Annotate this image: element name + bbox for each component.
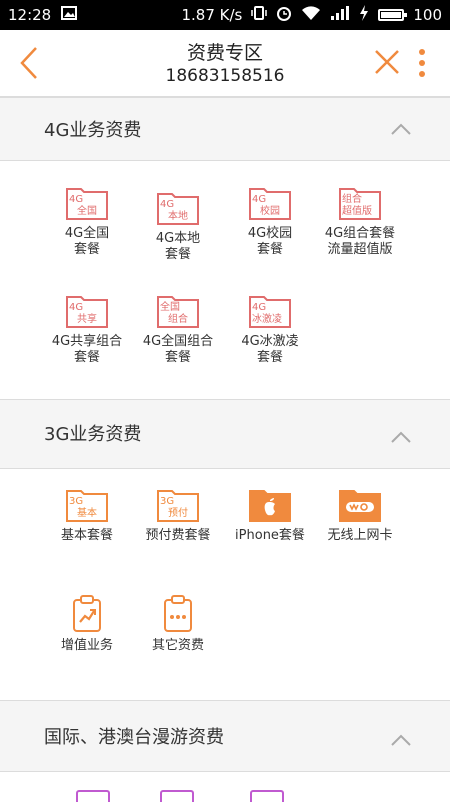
tariff-item-label: 4G组合套餐 流量超值版 (324, 226, 396, 257)
tariff-item-4g-national[interactable]: 4G 全国 4G全国 套餐 (37, 185, 137, 258)
app-header: 资费专区 18683158516 (0, 30, 450, 97)
more-vertical-icon (419, 49, 425, 77)
tariff-item-label: 4G本地 套餐 (155, 231, 201, 262)
apple-icon (249, 490, 291, 522)
tariff-item-3g-basic[interactable]: 3G 基本 基本套餐 (37, 487, 137, 544)
folder-4g-local-icon: 4G 本地 (157, 193, 199, 225)
close-icon (375, 50, 399, 74)
wo-icon (339, 490, 381, 522)
tariff-item-label: iPhone套餐 (235, 528, 305, 543)
folder-4g-campus-icon: 4G 校园 (249, 188, 291, 220)
tariff-item-label: 基本套餐 (60, 528, 113, 543)
status-bar: 12:28 1.87 K/s 100 (0, 0, 450, 30)
tariff-item-4g-icecream[interactable]: 4G 冰激凌 4G冰激凌 套餐 (220, 293, 320, 366)
tariff-item-iphone[interactable]: iPhone套餐 (220, 487, 320, 544)
svg-text:3G: 3G (69, 496, 83, 507)
status-time: 12:28 (8, 6, 52, 24)
svg-text:共享: 共享 (77, 312, 97, 325)
folder-combo-value-icon: 组合 超值版 (339, 188, 381, 220)
svg-text:校园: 校园 (260, 204, 280, 217)
section-header-4g[interactable]: 4G业务资费 (0, 97, 450, 161)
tariff-item-label: 无线上网卡 (327, 528, 393, 543)
tariff-item-other[interactable]: 其它资费 (128, 595, 228, 654)
close-button[interactable] (372, 47, 402, 77)
tariff-item-4g-shared[interactable]: 4G 共享 4G共享组合 套餐 (37, 293, 137, 366)
roaming-item-icon[interactable] (76, 790, 110, 802)
folder-4g-shared-icon: 4G 共享 (66, 296, 108, 328)
svg-text:4G: 4G (69, 194, 83, 205)
tariff-item-wireless-card[interactable]: 无线上网卡 (310, 487, 410, 544)
vibrate-icon (251, 5, 268, 25)
section-header-3g[interactable]: 3G业务资费 (0, 399, 450, 469)
svg-text:组合: 组合 (168, 312, 188, 325)
svg-text:基本: 基本 (77, 506, 97, 519)
network-speed: 1.87 K/s (181, 6, 243, 24)
image-notification-icon (61, 6, 78, 24)
signal-icon (330, 5, 350, 25)
svg-text:组合: 组合 (342, 192, 362, 205)
svg-text:全国: 全国 (160, 300, 180, 313)
tariff-item-4g-campus[interactable]: 4G 校园 4G校园 套餐 (220, 185, 320, 258)
tariff-item-label: 4G全国组合 套餐 (142, 334, 214, 365)
svg-text:超值版: 超值版 (342, 204, 372, 217)
tariff-item-label: 4G全国 套餐 (64, 226, 110, 257)
tariff-item-value-added[interactable]: 增值业务 (37, 595, 137, 654)
chart-clipboard-icon (73, 595, 101, 632)
tariff-item-label: 4G校园 套餐 (247, 226, 293, 257)
svg-text:4G: 4G (252, 302, 266, 313)
roaming-item-icon[interactable] (160, 790, 194, 802)
folder-4g-national-icon: 4G 全国 (66, 188, 108, 220)
svg-text:4G: 4G (160, 199, 174, 210)
tariff-item-label: 其它资费 (151, 638, 204, 653)
section-title: 国际、港澳台漫游资费 (44, 727, 224, 748)
roaming-item-icon[interactable] (250, 790, 284, 802)
svg-text:4G: 4G (69, 302, 83, 313)
svg-text:3G: 3G (160, 496, 174, 507)
wifi-icon (301, 5, 321, 25)
chevron-up-icon (391, 734, 411, 746)
chevron-up-icon (391, 123, 411, 135)
tariff-item-label: 4G冰激凌 套餐 (241, 334, 299, 365)
tariff-item-4g-local[interactable]: 4G 本地 4G本地 套餐 (128, 190, 228, 263)
section-header-roaming[interactable]: 国际、港澳台漫游资费 (0, 700, 450, 772)
svg-text:本地: 本地 (168, 209, 188, 222)
tariff-item-4g-national-combo[interactable]: 全国 组合 4G全国组合 套餐 (128, 293, 228, 366)
tariff-item-3g-prepaid[interactable]: 3G 预付 预付费套餐 (128, 487, 228, 544)
section-title: 3G业务资费 (44, 424, 142, 445)
battery-level: 100 (413, 6, 442, 24)
tariff-item-label: 增值业务 (60, 638, 113, 653)
tariff-item-label: 4G共享组合 套餐 (51, 334, 123, 365)
svg-text:冰激凌: 冰激凌 (252, 312, 282, 325)
svg-text:4G: 4G (252, 194, 266, 205)
tariff-item-label: 预付费套餐 (145, 528, 211, 543)
dots-clipboard-icon (164, 595, 192, 632)
svg-text:全国: 全国 (77, 204, 97, 217)
more-menu-button[interactable] (412, 44, 432, 82)
folder-3g-basic-icon: 3G 基本 (66, 490, 108, 522)
alarm-icon (276, 5, 292, 25)
folder-3g-prepaid-icon: 3G 预付 (157, 490, 199, 522)
svg-text:预付: 预付 (168, 506, 188, 519)
folder-4g-icecream-icon: 4G 冰激凌 (249, 296, 291, 328)
charging-icon (359, 5, 369, 25)
section-title: 4G业务资费 (44, 120, 142, 141)
chevron-up-icon (391, 431, 411, 443)
tariff-item-4g-combo-value[interactable]: 组合 超值版 4G组合套餐 流量超值版 (310, 185, 410, 258)
battery-icon (378, 9, 408, 21)
folder-national-combo-icon: 全国 组合 (157, 296, 199, 328)
